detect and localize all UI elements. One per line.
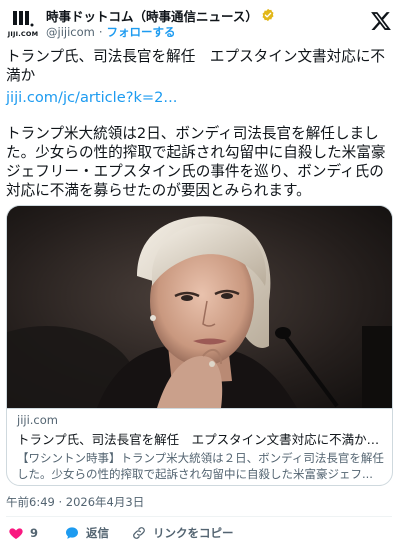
reply-button[interactable]: 返信 xyxy=(64,525,109,541)
copy-link-label: リンクをコピー xyxy=(153,526,234,540)
account-names: 時事ドットコム（時事通信ニュース） @jijicom · フォローする xyxy=(46,7,275,40)
separator-dot: · xyxy=(98,25,103,39)
tweet-timestamp[interactable]: 午前6:49 · 2026年4月3日 xyxy=(6,494,144,510)
link-title: トランプ氏、司法長官を解任 エプスタイン文書対応に不満か—米：... xyxy=(17,432,384,447)
link-icon xyxy=(133,527,145,539)
reply-label: 返信 xyxy=(86,526,110,540)
handle[interactable]: @jijicom xyxy=(46,25,95,39)
link-domain: jiji.com xyxy=(17,413,58,427)
copy-link-button[interactable]: リンクをコピー xyxy=(131,525,234,541)
action-bar: 9 返信 リンクをコピー xyxy=(8,524,256,542)
divider xyxy=(6,516,392,517)
jiji-logo-icon xyxy=(13,10,34,26)
link-description: 【ワシントン時事】トランプ米大統領は２日、ボンディ司法長官を解任した。少女らの性… xyxy=(17,451,384,481)
like-count: 9 xyxy=(30,526,39,540)
tweet-title: トランプ氏、司法長官を解任 エプスタイン文書対応に不満か xyxy=(6,48,386,84)
link-preview-caption[interactable]: jiji.com トランプ氏、司法長官を解任 エプスタイン文書対応に不満か—米：… xyxy=(7,408,392,485)
news-photo[interactable] xyxy=(7,206,392,408)
tweet-body-text: トランプ米大統領は2日、ボンディ司法長官を解任しました。少女らの性的搾取で起訴さ… xyxy=(6,125,386,199)
link-preview-card[interactable]: jiji.com トランプ氏、司法長官を解任 エプスタイン文書対応に不満か—米：… xyxy=(6,205,393,486)
verified-badge-icon xyxy=(262,8,274,22)
reply-bubble-icon xyxy=(66,527,79,539)
heart-icon xyxy=(9,528,23,539)
display-name[interactable]: 時事ドットコム（時事通信ニュース） xyxy=(46,6,258,25)
logo-text: JIJI.COM xyxy=(7,29,39,38)
like-button[interactable]: 9 xyxy=(8,525,38,541)
tweet-embed-card: JIJI.COM 時事ドットコム（時事通信ニュース） @jijicom · フォ… xyxy=(0,0,400,544)
follow-button[interactable]: フォローする xyxy=(107,24,176,40)
portrait-photo-illustration xyxy=(7,206,392,408)
x-logo-icon[interactable] xyxy=(370,10,392,32)
avatar[interactable]: JIJI.COM xyxy=(6,6,40,40)
tweet-link[interactable]: jiji.com/jc/article?k=2... xyxy=(6,88,177,107)
tweet-header: JIJI.COM 時事ドットコム（時事通信ニュース） @jijicom · フォ… xyxy=(6,6,392,40)
